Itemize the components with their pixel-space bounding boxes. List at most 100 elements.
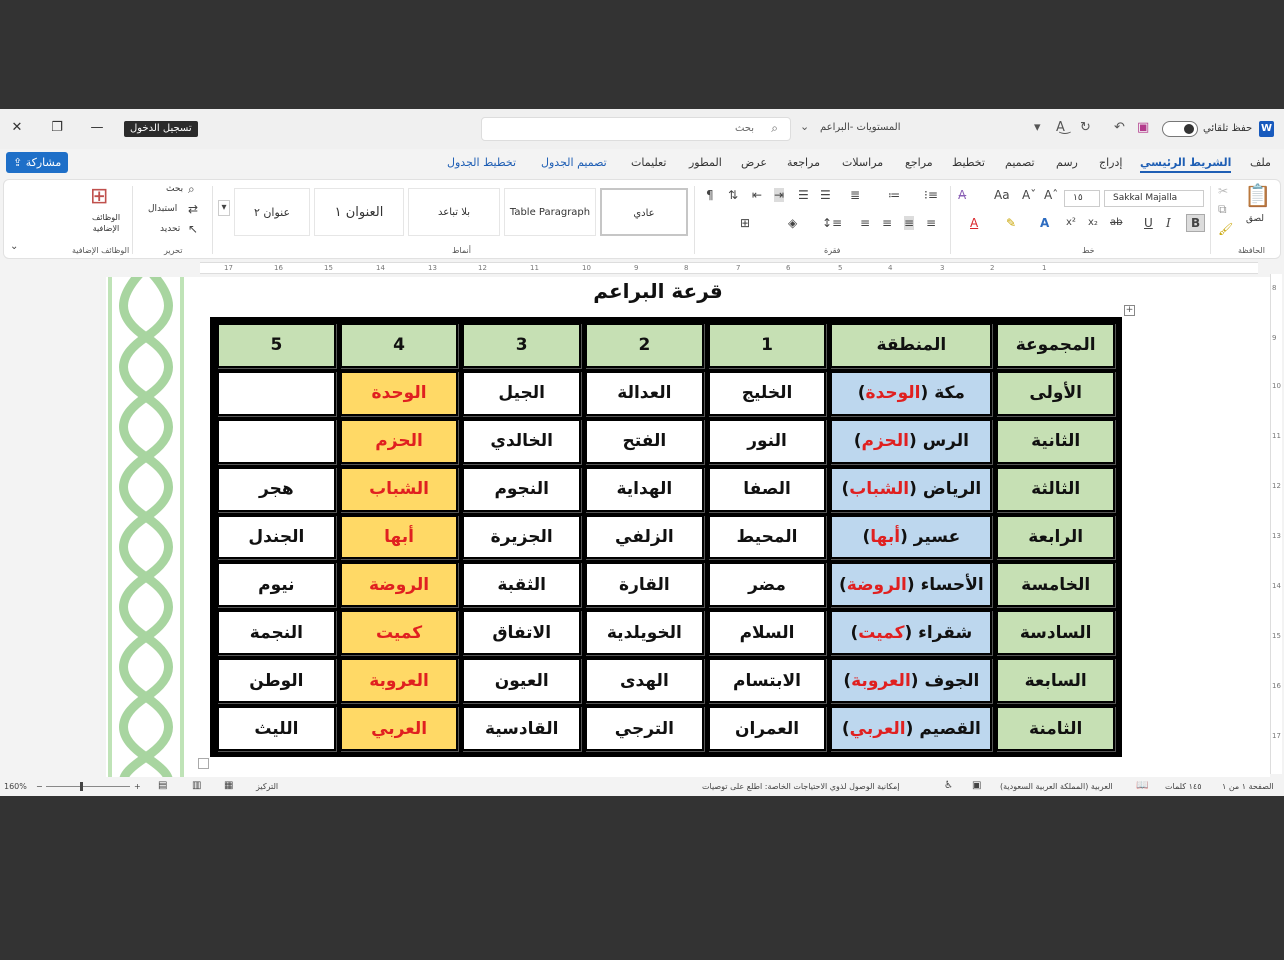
decrease-indent-icon[interactable]: ☰ — [798, 188, 809, 202]
host-team-cell[interactable]: العروبة — [339, 658, 459, 703]
team-cell[interactable]: الترجي — [585, 706, 704, 751]
document-page[interactable]: قرعة البراعم + المجموعة المنطقة 1 2 3 4 … — [106, 277, 1270, 777]
addins-icon[interactable]: ⊞ — [90, 184, 108, 210]
paste-icon[interactable]: 📋 — [1244, 184, 1271, 210]
group-cell[interactable]: الثامنة — [996, 706, 1115, 751]
region-cell[interactable]: الرياض (الشباب) — [830, 466, 993, 512]
team-cell[interactable]: الفتح — [585, 418, 704, 464]
document-title[interactable]: المستويات -البراعم — [820, 122, 901, 133]
customize-toolbar-icon[interactable]: ▾ — [1034, 120, 1041, 135]
replace-icon[interactable]: ⇄ — [188, 202, 198, 216]
word-count[interactable]: ١٤٥ كلمات — [1165, 782, 1201, 791]
region-cell[interactable]: الأحساء (الروضة) — [830, 562, 993, 608]
minimize-window-button[interactable]: — — [88, 120, 106, 135]
team-cell[interactable]: الخالدي — [462, 418, 582, 464]
region-cell[interactable]: عسير (أبها) — [830, 514, 993, 560]
paste-button[interactable]: لصق — [1246, 214, 1264, 224]
group-cell[interactable]: الخامسة — [996, 562, 1115, 608]
header-4[interactable]: 4 — [339, 323, 459, 368]
header-3[interactable]: 3 — [462, 323, 582, 368]
show-formatting-icon[interactable]: ¶ — [706, 188, 714, 202]
host-team-cell[interactable]: كميت — [339, 610, 459, 656]
team-cell[interactable]: هجر — [217, 466, 336, 512]
style-heading-2[interactable]: عنوان ٢ — [234, 188, 310, 236]
find-icon[interactable]: ⌕ — [188, 182, 195, 196]
rtl-direction-icon[interactable]: ⇤ — [752, 188, 762, 202]
zoom-out-icon[interactable]: − — [36, 782, 43, 791]
tab-home[interactable]: الشريط الرئيسي — [1140, 156, 1232, 173]
tab-layout[interactable]: تخطيط — [952, 156, 985, 169]
page-number[interactable]: الصفحة ١ من ١ — [1222, 782, 1274, 791]
styles-more-icon[interactable]: ▾ — [218, 200, 230, 216]
team-cell[interactable]: القادسية — [462, 706, 582, 751]
region-cell[interactable]: القصيم (العربي) — [830, 706, 993, 751]
addins-button[interactable]: الوظائف الإضافية — [86, 212, 126, 234]
tab-developer[interactable]: المطور — [689, 156, 722, 169]
style-heading-1[interactable]: العنوان ١ — [314, 188, 404, 236]
language-status[interactable]: العربية (المملكة العربية السعودية) — [1000, 782, 1113, 791]
region-cell[interactable]: الرس (الحزم) — [830, 418, 993, 464]
team-cell[interactable]: العيون — [462, 658, 582, 703]
host-team-cell[interactable]: أبها — [339, 514, 459, 560]
strikethrough-icon[interactable]: ab — [1110, 216, 1122, 230]
increase-indent-icon[interactable]: ☰ — [820, 188, 831, 202]
tab-design[interactable]: تصميم — [1005, 156, 1035, 169]
team-cell[interactable]: الزلفي — [585, 514, 704, 560]
sort-icon[interactable]: ⇅ — [728, 188, 738, 202]
group-cell[interactable]: الثالثة — [996, 466, 1115, 512]
team-cell[interactable]: القارة — [585, 562, 704, 608]
tab-view[interactable]: عرض — [741, 156, 767, 169]
table-move-handle[interactable]: + — [1124, 305, 1135, 316]
style-no-spacing[interactable]: بلا تباعد — [408, 188, 500, 236]
tab-references[interactable]: مراجع — [905, 156, 933, 169]
tab-table-layout[interactable]: تخطيط الجدول — [447, 156, 516, 169]
team-cell[interactable]: نيوم — [217, 562, 336, 608]
team-cell[interactable]: العمران — [707, 706, 827, 751]
accessibility-icon[interactable]: ♿ — [944, 780, 953, 791]
team-cell[interactable]: الجزيرة — [462, 514, 582, 560]
redo-icon[interactable]: ↻ — [1080, 120, 1091, 135]
header-2[interactable]: 2 — [585, 323, 704, 368]
italic-button[interactable]: I — [1166, 216, 1171, 230]
focus-button[interactable]: التركيز — [256, 782, 278, 791]
horizontal-ruler[interactable]: 17 16 15 14 13 12 11 10 9 876 543 21 — [200, 262, 1258, 274]
line-spacing-icon[interactable]: ↕≡ — [822, 216, 842, 230]
borders-icon[interactable]: ⊞ — [740, 216, 750, 230]
tab-table-design[interactable]: تصميم الجدول — [541, 156, 607, 169]
group-cell[interactable]: الأولى — [996, 370, 1115, 416]
zoom-slider-thumb[interactable] — [80, 782, 83, 791]
select-button[interactable]: تحديد — [160, 224, 180, 234]
undo-icon[interactable]: ↶ — [1114, 120, 1125, 135]
editor-icon[interactable]: A͜ — [1056, 120, 1065, 135]
style-table-paragraph[interactable]: Table Paragraph — [504, 188, 596, 236]
team-cell[interactable]: الهدى — [585, 658, 704, 703]
ribbon-collapse-icon[interactable]: ⌄ — [10, 240, 18, 254]
autosave-toggle[interactable] — [1162, 121, 1198, 137]
region-cell[interactable]: الجوف (العروبة) — [830, 658, 993, 703]
subscript-icon[interactable]: x₂ — [1088, 216, 1098, 230]
header-1[interactable]: 1 — [707, 323, 827, 368]
tab-review[interactable]: مراجعة — [787, 156, 820, 169]
team-cell[interactable]: الخليج — [707, 370, 827, 416]
close-window-button[interactable]: ✕ — [8, 120, 26, 135]
header-5[interactable]: 5 — [217, 323, 336, 368]
format-painter-icon[interactable]: 🖌 — [1218, 222, 1233, 236]
text-effects-icon[interactable]: A — [1040, 216, 1049, 230]
bullets-icon[interactable]: ⁝≡ — [924, 188, 938, 202]
table-resize-handle[interactable] — [198, 758, 209, 769]
shrink-font-icon[interactable]: Aˇ — [1022, 188, 1036, 202]
team-cell[interactable]: الجيل — [462, 370, 582, 416]
style-normal[interactable]: عادي — [600, 188, 688, 236]
read-mode-icon[interactable]: ▦ — [224, 780, 233, 791]
grow-font-icon[interactable]: Aˆ — [1044, 188, 1058, 202]
group-cell[interactable]: السابعة — [996, 658, 1115, 703]
accessibility-status[interactable]: إمكانية الوصول لذوي الاحتياجات الخاصة: ا… — [702, 782, 899, 791]
shading-icon[interactable]: ◈ — [788, 216, 797, 230]
zoom-level[interactable]: 160% — [4, 782, 27, 791]
tab-mailings[interactable]: مراسلات — [842, 156, 883, 169]
select-cursor-icon[interactable]: ↖ — [188, 222, 198, 236]
replace-button[interactable]: استبدال — [148, 204, 177, 214]
zoom-slider[interactable] — [46, 786, 130, 787]
team-cell[interactable]: الهداية — [585, 466, 704, 512]
host-team-cell[interactable]: الروضة — [339, 562, 459, 608]
